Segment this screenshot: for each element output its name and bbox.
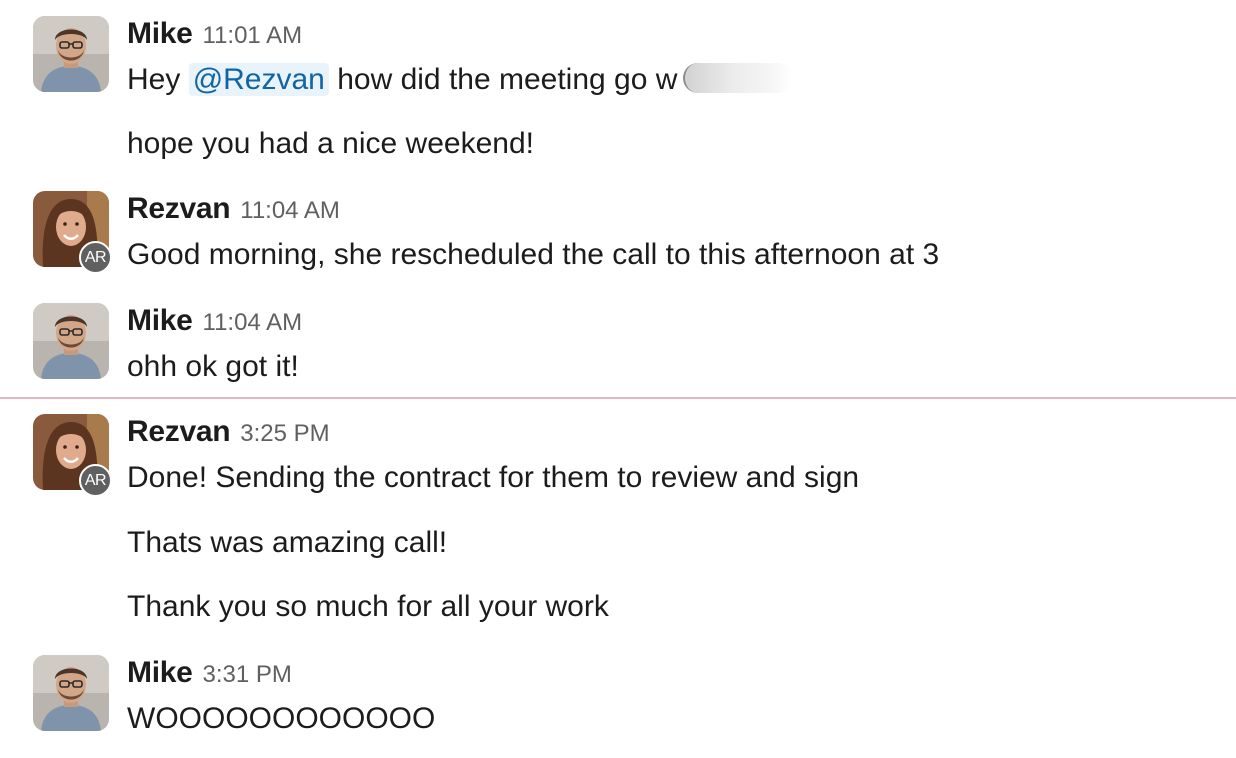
- avatar-mike[interactable]: [33, 655, 109, 731]
- redacted-blur: [683, 63, 794, 94]
- author-name[interactable]: Mike: [127, 304, 193, 337]
- user-initials-badge: AR: [79, 464, 112, 497]
- message-text: Done! Sending the contract for them to r…: [127, 461, 860, 494]
- message-header: Mike 3:31 PM: [127, 655, 292, 691]
- timestamp[interactable]: 3:31 PM: [203, 661, 292, 688]
- message-header: Rezvan 11:04 AM: [127, 191, 340, 227]
- message-header: Mike 11:04 AM: [127, 303, 302, 339]
- avatar-mike[interactable]: [33, 16, 109, 92]
- user-mention[interactable]: @Rezvan: [188, 63, 329, 96]
- message-text: ohh ok got it!: [127, 350, 299, 383]
- message-header: Rezvan 3:25 PM: [127, 414, 330, 450]
- new-messages-divider: [0, 397, 1236, 399]
- author-name[interactable]: Mike: [127, 17, 193, 50]
- avatar-mike[interactable]: [33, 303, 109, 379]
- message-text-segment: how did the meeting go w: [328, 63, 678, 96]
- message-text: Thank you so much for all your work: [127, 590, 609, 623]
- message-header: Mike 11:01 AM: [127, 16, 302, 52]
- author-name[interactable]: Mike: [127, 656, 193, 689]
- message-text: Thats was amazing call!: [127, 526, 448, 559]
- message-text-segment: Hey: [127, 63, 189, 96]
- timestamp[interactable]: 11:04 AM: [240, 197, 340, 224]
- message-text: hope you had a nice weekend!: [127, 127, 534, 160]
- timestamp[interactable]: 11:01 AM: [203, 22, 303, 49]
- author-name[interactable]: Rezvan: [127, 415, 231, 448]
- author-name[interactable]: Rezvan: [127, 192, 231, 225]
- user-initials-badge: AR: [79, 241, 112, 274]
- timestamp[interactable]: 3:25 PM: [240, 420, 329, 447]
- message-text: Good morning, she rescheduled the call t…: [127, 238, 940, 271]
- message-text: Hey @Rezvan how did the meeting go w: [127, 60, 794, 100]
- message-text: WOOOOOOOOOOOO: [127, 702, 436, 735]
- timestamp[interactable]: 11:04 AM: [203, 309, 303, 336]
